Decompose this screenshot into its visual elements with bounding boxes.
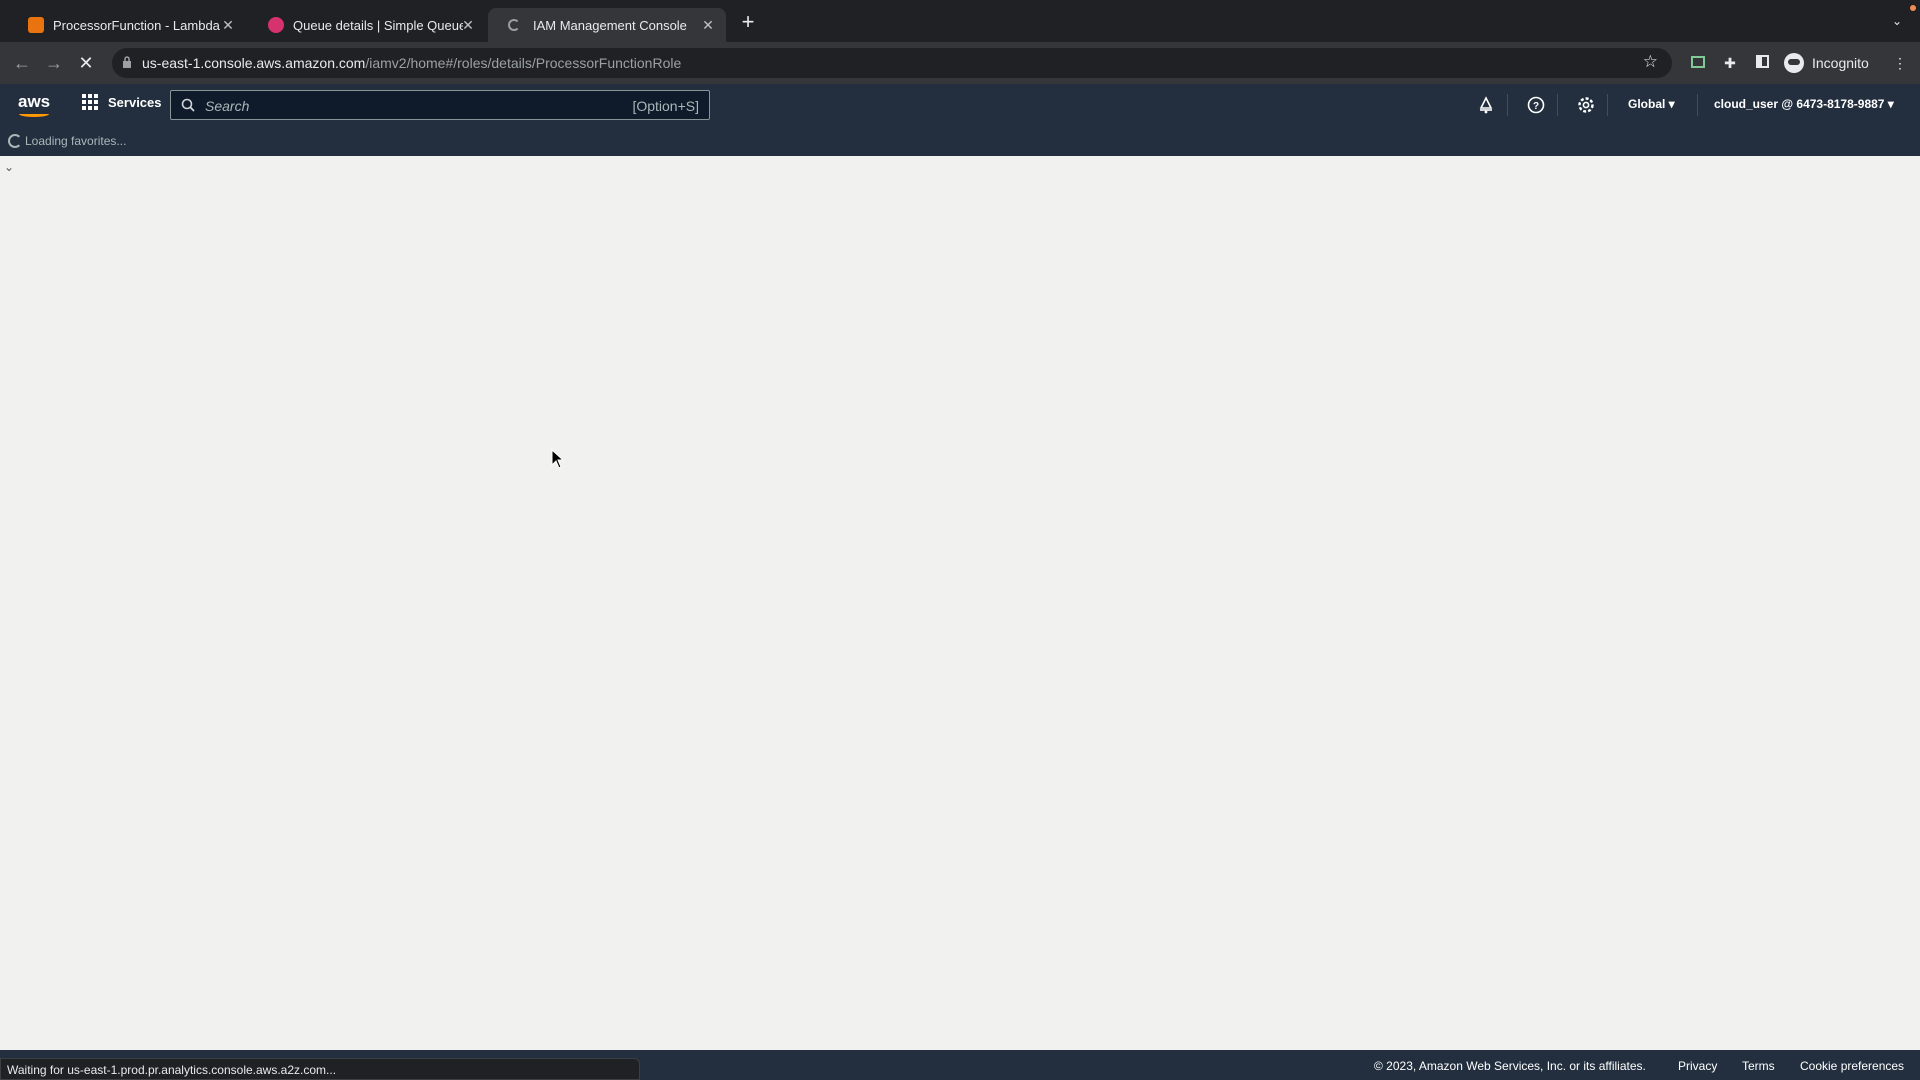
tab-title: Queue details | Simple Queue — [293, 17, 463, 33]
collapse-chevron-icon[interactable]: ⌄ — [4, 160, 14, 174]
svg-text:?: ? — [1533, 101, 1539, 112]
profile-label: Incognito — [1812, 55, 1869, 71]
browser-menu-icon[interactable]: ⋮ — [1890, 53, 1910, 73]
region-selector[interactable]: Global ▾ — [1628, 97, 1675, 111]
tab-lambda[interactable]: ProcessorFunction - Lambda ✕ — [8, 8, 246, 42]
settings-gear-icon[interactable] — [1576, 95, 1596, 115]
puzzle-extensions-icon[interactable]: ✚ — [1720, 53, 1740, 73]
lambda-favicon-icon — [28, 17, 44, 33]
mouse-cursor-icon — [551, 449, 565, 469]
aws-logo[interactable]: aws — [18, 92, 52, 118]
divider — [1557, 94, 1558, 116]
cloudshell-bell-icon[interactable] — [1476, 95, 1496, 115]
divider — [1607, 94, 1608, 116]
favorites-loading-text: Loading favorites... — [25, 134, 127, 148]
browser-toolbar: ← → ✕ us-east-1.console.aws.amazon.com/i… — [0, 42, 1920, 84]
services-menu-button[interactable]: Services — [82, 94, 162, 110]
url-path: /iamv2/home#/roles/details/ProcessorFunc… — [365, 55, 682, 71]
url-host: us-east-1.console.aws.amazon.com — [142, 55, 366, 71]
loading-favicon-icon — [508, 19, 520, 31]
tab-search-chevron-icon[interactable]: ⌄ — [1892, 14, 1906, 28]
search-shortcut: [Option+S] — [632, 98, 699, 114]
account-menu[interactable]: cloud_user @ 6473-8178-9887 ▾ — [1714, 97, 1894, 111]
divider — [1697, 94, 1698, 116]
notification-dot-icon — [1910, 5, 1916, 11]
side-panel-icon[interactable] — [1752, 53, 1772, 73]
incognito-profile[interactable]: Incognito — [1784, 50, 1869, 76]
browser-tab-strip: ProcessorFunction - Lambda ✕ Queue detai… — [0, 0, 1920, 42]
aws-console-header: aws Services Search [Option+S] ? Global … — [0, 84, 1920, 126]
stop-loading-icon[interactable]: ✕ — [74, 51, 98, 75]
close-icon[interactable]: ✕ — [700, 17, 716, 33]
services-label: Services — [108, 94, 162, 110]
grid-icon — [82, 94, 98, 110]
tab-title: ProcessorFunction - Lambda — [53, 17, 220, 33]
search-placeholder: Search — [205, 98, 250, 114]
back-arrow-icon[interactable]: ← — [10, 51, 34, 75]
extension-icon[interactable] — [1688, 53, 1708, 73]
lock-icon — [123, 56, 131, 68]
help-icon[interactable]: ? — [1526, 95, 1546, 115]
new-tab-button[interactable]: + — [738, 11, 758, 33]
forward-arrow-icon[interactable]: → — [42, 51, 66, 75]
browser-status-bubble: Waiting for us-east-1.prod.pr.analytics.… — [0, 1058, 640, 1080]
tab-iam[interactable]: IAM Management Console ✕ — [488, 8, 726, 42]
address-bar[interactable]: us-east-1.console.aws.amazon.com/iamv2/h… — [112, 48, 1672, 78]
privacy-link[interactable]: Privacy — [1678, 1059, 1717, 1073]
close-icon[interactable]: ✕ — [220, 17, 236, 33]
bookmark-star-icon[interactable]: ☆ — [1643, 52, 1658, 72]
copyright-text: © 2023, Amazon Web Services, Inc. or its… — [1374, 1059, 1646, 1073]
search-icon — [181, 98, 195, 112]
loading-spinner-icon — [8, 134, 22, 148]
favorites-bar: Loading favorites... — [0, 126, 1920, 156]
terms-link[interactable]: Terms — [1742, 1059, 1775, 1073]
close-icon[interactable]: ✕ — [460, 17, 476, 33]
search-input[interactable]: Search [Option+S] — [170, 90, 710, 120]
tab-sqs[interactable]: Queue details | Simple Queue ✕ — [248, 8, 486, 42]
tab-title: IAM Management Console — [533, 17, 687, 33]
cookie-preferences-link[interactable]: Cookie preferences — [1800, 1059, 1904, 1073]
divider — [1507, 94, 1508, 116]
url-text: us-east-1.console.aws.amazon.com/iamv2/h… — [142, 55, 681, 71]
sqs-favicon-icon — [268, 17, 284, 33]
incognito-icon — [1784, 53, 1804, 73]
